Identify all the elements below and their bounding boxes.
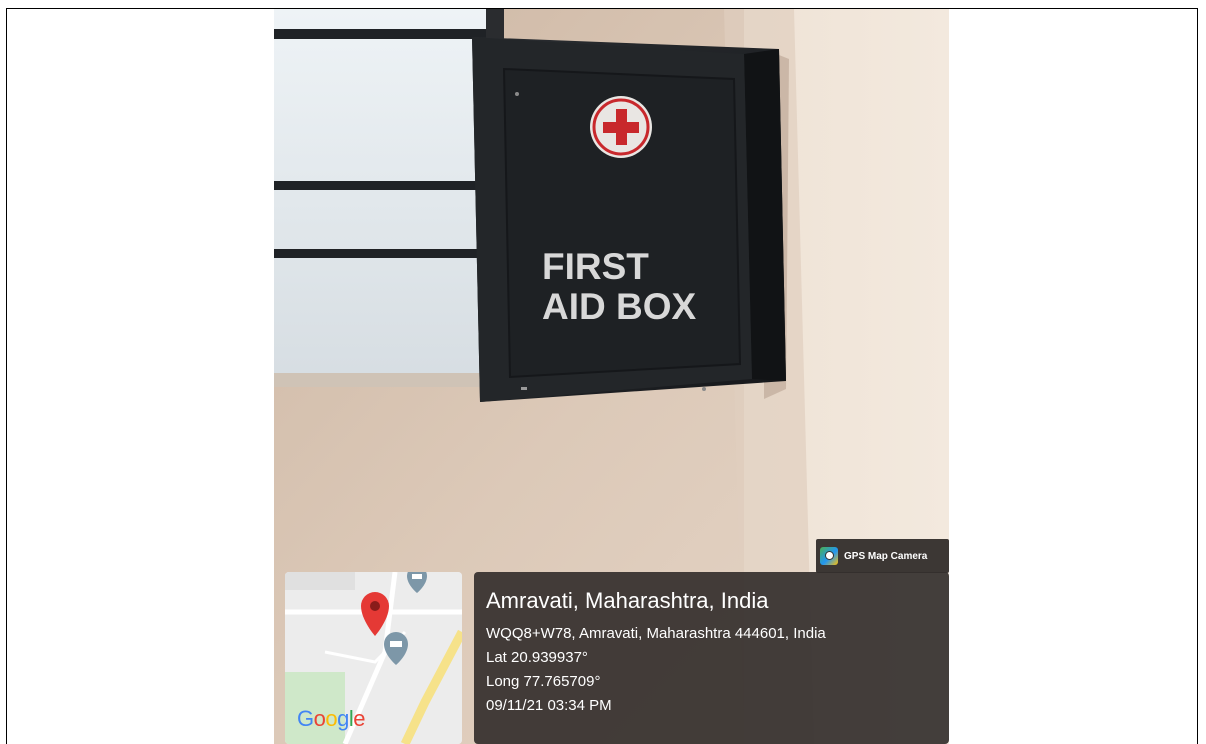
map-thumbnail: Google: [285, 572, 462, 744]
window: [274, 9, 504, 387]
longitude-line: Long 77.765709°: [486, 673, 601, 690]
address-line: WQQ8+W78, Amravati, Maharashtra 444601, …: [486, 625, 826, 642]
datetime-line: 09/11/21 03:34 PM: [486, 697, 612, 714]
first-aid-box: [472, 37, 786, 402]
map-camera-icon: [820, 547, 838, 565]
sign-text: FIRST AID BOX: [542, 247, 696, 327]
sign-line-2: AID BOX: [542, 286, 697, 327]
latitude-line: Lat 20.939937°: [486, 649, 588, 666]
photo: FIRST AID BOX GPS Map Camera Google Amra…: [274, 9, 949, 744]
google-logo: Google: [297, 706, 366, 731]
location-title: Amravati, Maharashtra, India: [486, 588, 769, 613]
gps-app-name: GPS Map Camera: [844, 550, 928, 562]
location-info-panel: Amravati, Maharashtra, India WQQ8+W78, A…: [474, 572, 949, 744]
gps-app-badge: GPS Map Camera: [816, 539, 949, 573]
sign-line-1: FIRST: [542, 246, 649, 287]
